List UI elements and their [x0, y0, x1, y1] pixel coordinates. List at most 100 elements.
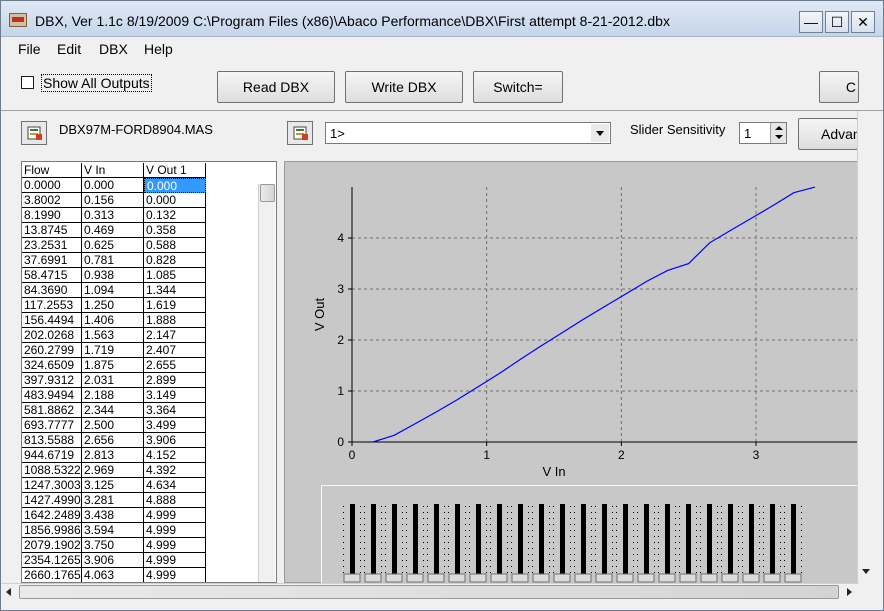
table-header[interactable]: V Out 1	[144, 163, 206, 178]
table-cell[interactable]: 0.0000	[22, 178, 82, 193]
slider-thumb[interactable]	[679, 573, 697, 583]
table-cell[interactable]: 4.063	[82, 568, 144, 582]
slider-bank[interactable]	[322, 486, 862, 584]
table-cell[interactable]: 0.000	[82, 178, 144, 193]
table-cell[interactable]: 3.125	[82, 478, 144, 493]
table-cell[interactable]: 3.281	[82, 493, 144, 508]
table-cell[interactable]: 0.156	[82, 193, 144, 208]
table-cell[interactable]: 0.132	[144, 208, 206, 223]
table-cell[interactable]: 37.6991	[22, 253, 82, 268]
table-cell[interactable]: 3.750	[82, 538, 144, 553]
hscroll-thumb[interactable]	[19, 585, 839, 599]
scroll-left-icon[interactable]	[6, 588, 11, 596]
table-cell[interactable]: 23.2531	[22, 238, 82, 253]
table-cell[interactable]: 0.625	[82, 238, 144, 253]
slider-thumb[interactable]	[385, 573, 403, 583]
table-cell[interactable]: 4.999	[144, 553, 206, 568]
menu-edit[interactable]: Edit	[57, 41, 81, 57]
table-cell[interactable]: 2.899	[144, 373, 206, 388]
slider-thumb[interactable]	[364, 573, 382, 583]
table-cell[interactable]: 813.5588	[22, 433, 82, 448]
menu-dbx[interactable]: DBX	[99, 41, 128, 57]
table-cell[interactable]: 1.563	[82, 328, 144, 343]
slider-thumb[interactable]	[742, 573, 760, 583]
table-cell[interactable]: 1247.3003	[22, 478, 82, 493]
slider-thumb[interactable]	[700, 573, 718, 583]
table-cell[interactable]: 4.888	[144, 493, 206, 508]
scroll-right-icon[interactable]	[847, 588, 852, 596]
chevron-down-icon[interactable]	[591, 124, 609, 142]
table-cell[interactable]: 1.406	[82, 313, 144, 328]
table-cell[interactable]: 2.813	[82, 448, 144, 463]
table-cell[interactable]: 3.364	[144, 403, 206, 418]
table-cell[interactable]: 397.9312	[22, 373, 82, 388]
scroll-down-icon[interactable]	[862, 569, 870, 574]
table-cell[interactable]: 2079.1902	[22, 538, 82, 553]
table-cell[interactable]: 4.152	[144, 448, 206, 463]
table-cell[interactable]: 2354.1265	[22, 553, 82, 568]
window-hscrollbar[interactable]	[1, 583, 859, 600]
table-cell[interactable]: 0.469	[82, 223, 144, 238]
table-cell[interactable]: 156.4494	[22, 313, 82, 328]
table-cell[interactable]: 1.250	[82, 298, 144, 313]
table-cell[interactable]: 2.500	[82, 418, 144, 433]
table-cell[interactable]: 3.149	[144, 388, 206, 403]
table-header[interactable]: Flow	[22, 163, 82, 178]
menu-help[interactable]: Help	[144, 41, 173, 57]
table-cell[interactable]: 1.085	[144, 268, 206, 283]
table-cell[interactable]: 4.634	[144, 478, 206, 493]
table-cell[interactable]: 0.358	[144, 223, 206, 238]
table-cell[interactable]: 0.828	[144, 253, 206, 268]
table-cell[interactable]: 117.2553	[22, 298, 82, 313]
table-cell[interactable]: 2660.1765	[22, 568, 82, 582]
table-cell[interactable]: 1.888	[144, 313, 206, 328]
slider-thumb[interactable]	[574, 573, 592, 583]
close-button[interactable]: ✕	[851, 11, 875, 33]
table-scrollbar[interactable]	[258, 184, 275, 582]
table-cell[interactable]: 581.8862	[22, 403, 82, 418]
table-cell[interactable]: 324.6509	[22, 358, 82, 373]
table-cell[interactable]: 1.094	[82, 283, 144, 298]
slider-thumb[interactable]	[448, 573, 466, 583]
table-cell[interactable]: 2.188	[82, 388, 144, 403]
table-cell[interactable]: 3.438	[82, 508, 144, 523]
table-cell[interactable]: 0.000	[144, 178, 206, 193]
table-cell[interactable]: 2.656	[82, 433, 144, 448]
table-cell[interactable]: 8.1990	[22, 208, 82, 223]
table-cell[interactable]: 0.938	[82, 268, 144, 283]
table-cell[interactable]: 4.999	[144, 538, 206, 553]
table-cell[interactable]: 1427.4990	[22, 493, 82, 508]
table-cell[interactable]: 1.875	[82, 358, 144, 373]
slider-thumb[interactable]	[658, 573, 676, 583]
table-cell[interactable]: 693.7777	[22, 418, 82, 433]
menu-file[interactable]: File	[18, 41, 41, 57]
table-cell[interactable]: 202.0268	[22, 328, 82, 343]
slider-sensitivity-stepper[interactable]: 1	[739, 122, 787, 144]
minimize-button[interactable]: —	[799, 11, 823, 33]
slider-thumb[interactable]	[784, 573, 802, 583]
slider-thumb[interactable]	[469, 573, 487, 583]
table-cell[interactable]: 944.6719	[22, 448, 82, 463]
table-cell[interactable]: 0.313	[82, 208, 144, 223]
slider-thumb[interactable]	[553, 573, 571, 583]
read-dbx-button[interactable]: Read DBX	[217, 71, 335, 103]
slider-thumb[interactable]	[490, 573, 508, 583]
output-select[interactable]: 1>	[325, 122, 611, 144]
switch-button[interactable]: Switch=	[473, 71, 563, 103]
slider-thumb[interactable]	[406, 573, 424, 583]
table-cell[interactable]: 3.594	[82, 523, 144, 538]
table-cell[interactable]: 260.2799	[22, 343, 82, 358]
partial-button[interactable]: C	[819, 71, 859, 103]
slider-thumb[interactable]	[637, 573, 655, 583]
table-cell[interactable]: 2.031	[82, 373, 144, 388]
table-cell[interactable]: 1642.2489	[22, 508, 82, 523]
table-cell[interactable]: 84.3690	[22, 283, 82, 298]
table-cell[interactable]: 1.344	[144, 283, 206, 298]
title-bar[interactable]: DBX, Ver 1.1c 8/19/2009 C:\Program Files…	[1, 1, 883, 37]
table-cell[interactable]: 2.969	[82, 463, 144, 478]
table-cell[interactable]: 3.906	[82, 553, 144, 568]
spin-arrows-icon[interactable]	[770, 123, 786, 143]
table-cell[interactable]: 58.4715	[22, 268, 82, 283]
table-cell[interactable]: 1.719	[82, 343, 144, 358]
slider-thumb[interactable]	[595, 573, 613, 583]
